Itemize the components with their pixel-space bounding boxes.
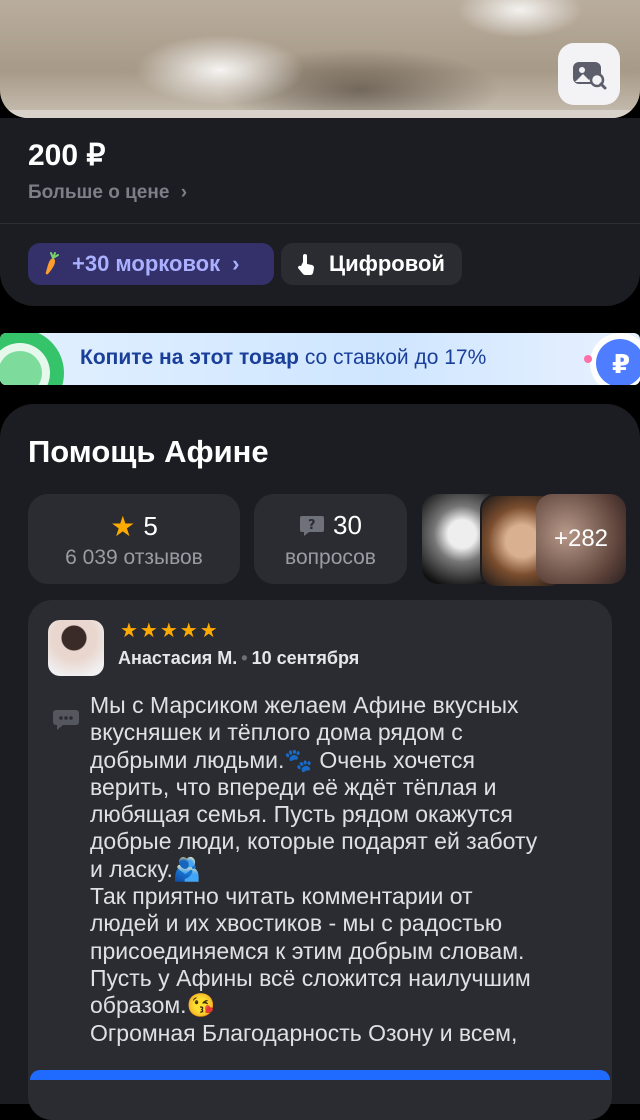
divider bbox=[0, 223, 640, 224]
svg-text:₽: ₽ bbox=[612, 350, 630, 380]
price-more-label: Больше о цене bbox=[28, 182, 170, 203]
rating-summary[interactable]: ★ 5 6 039 отзывов bbox=[28, 494, 240, 584]
questions-count: 30 bbox=[333, 510, 362, 540]
price: 200 ₽ bbox=[28, 139, 106, 172]
avatar bbox=[48, 620, 104, 676]
review-author-line: Анастасия М. • 10 сентября bbox=[118, 648, 359, 669]
visual-search-icon bbox=[573, 62, 607, 90]
rating-value: 5 bbox=[143, 511, 158, 541]
digital-chip[interactable]: Цифровой bbox=[281, 243, 462, 285]
review-text: Мы с Марсиком желаем Афине вкусных вкусн… bbox=[90, 692, 538, 1046]
action-button-edge[interactable] bbox=[30, 1070, 610, 1080]
visual-search-button[interactable] bbox=[558, 43, 620, 105]
reviews-count: 6 039 отзывов bbox=[65, 546, 203, 569]
reviews-section: Помощь Афине ★ 5 6 039 отзывов ? 30 вопр… bbox=[0, 404, 640, 1120]
star-icon: ★ bbox=[110, 511, 136, 542]
chevron-right-icon: › bbox=[180, 182, 188, 203]
touch-icon bbox=[297, 254, 315, 276]
carrots-label: +30 морковок bbox=[72, 251, 221, 276]
separator-dot: • bbox=[241, 648, 248, 668]
photo-edge bbox=[0, 110, 640, 118]
carrot-icon bbox=[45, 252, 59, 275]
review-card[interactable]: ★★★★★ Анастасия М. • 10 сентября Мы с Марс… bbox=[28, 600, 612, 1120]
chevron-right-icon: › bbox=[232, 251, 240, 276]
more-photos-button[interactable]: +282 bbox=[536, 494, 626, 584]
banner-bold: Копите на этот товар bbox=[80, 346, 299, 369]
rating-stars: ★★★★★ bbox=[120, 620, 220, 642]
product-photo[interactable] bbox=[0, 0, 640, 118]
price-card: 200 ₽ Больше о цене › +30 морковок › Циф… bbox=[0, 118, 640, 306]
comment-icon bbox=[53, 710, 79, 730]
savings-banner[interactable]: Копите на этот товар со ставкой до 17% ₽ bbox=[0, 333, 640, 385]
carrots-bonus-chip[interactable]: +30 морковок › bbox=[28, 243, 274, 285]
more-photos-count: +282 bbox=[553, 525, 609, 552]
ruble-coin-icon: ₽ bbox=[584, 333, 640, 385]
questions-label: вопросов bbox=[285, 546, 376, 569]
review-date: 10 сентября bbox=[251, 648, 360, 668]
digital-label: Цифровой bbox=[329, 251, 445, 276]
section-title: Помощь Афине bbox=[28, 434, 269, 469]
banner-rest: со ставкой до 17% bbox=[304, 346, 487, 369]
svg-text:?: ? bbox=[308, 518, 316, 533]
price-more-link[interactable]: Больше о цене › bbox=[28, 182, 187, 204]
questions-summary[interactable]: ? 30 вопросов bbox=[254, 494, 407, 584]
question-icon: ? bbox=[300, 515, 325, 536]
banner-text: Копите на этот товар со ставкой до 17% bbox=[80, 346, 486, 370]
review-author: Анастасия М. bbox=[118, 648, 238, 668]
coin-decoration-icon bbox=[0, 333, 64, 385]
